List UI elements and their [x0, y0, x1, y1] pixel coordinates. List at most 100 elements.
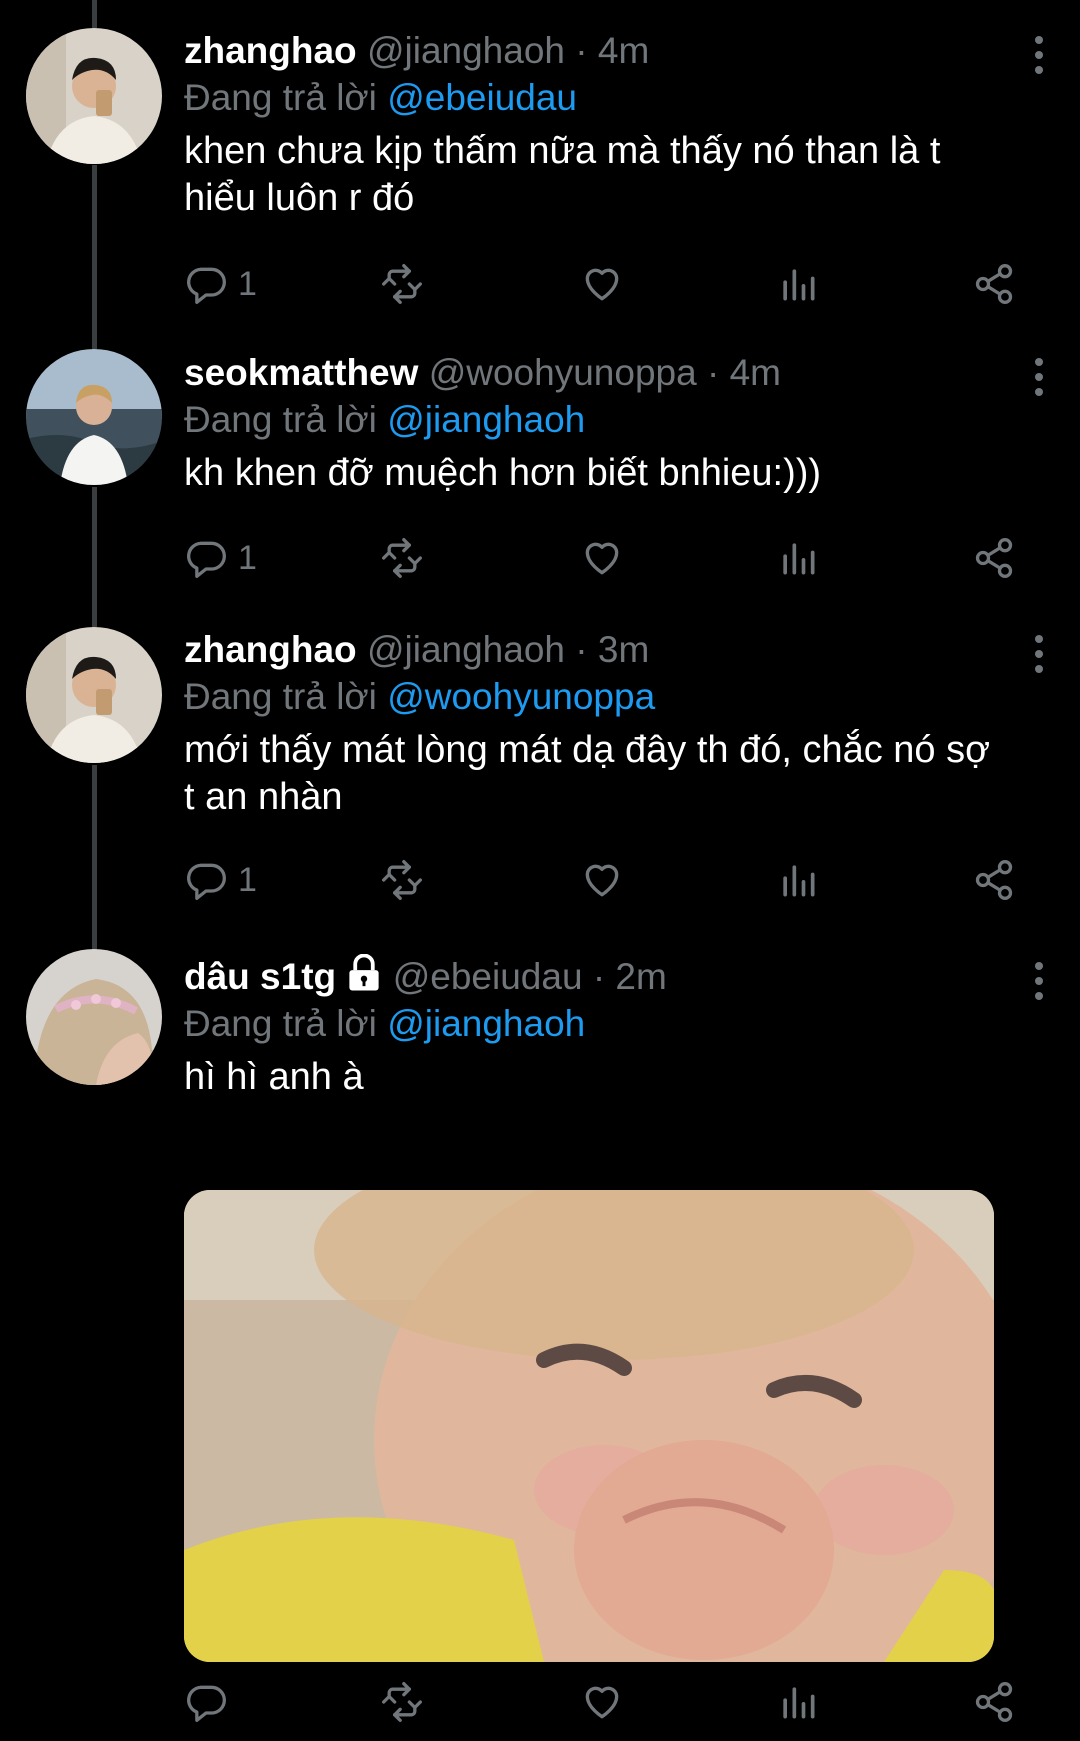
thread-connector: [92, 165, 97, 349]
like-button[interactable]: [580, 1680, 624, 1724]
lock-icon: [349, 954, 380, 991]
share-button[interactable]: [972, 536, 1016, 580]
separator-dot: ·: [575, 629, 588, 670]
share-icon: [972, 1680, 1016, 1724]
views-button[interactable]: [776, 1680, 820, 1724]
tweet-text: kh khen đỡ muệch hơn biết bnhieu:))): [184, 450, 1040, 497]
reply-count: 1: [238, 538, 257, 577]
handle[interactable]: @jianghaoh: [367, 629, 565, 670]
tweet-media-image[interactable]: [184, 1190, 994, 1662]
avatar[interactable]: [26, 949, 162, 1085]
reply-button[interactable]: 1: [184, 262, 257, 306]
separator-dot: ·: [575, 30, 588, 71]
reply-icon: [184, 262, 228, 306]
share-icon: [972, 262, 1016, 306]
reply-mention[interactable]: @woohyunoppa: [387, 676, 655, 717]
reply-mention[interactable]: @jianghaoh: [387, 399, 585, 440]
retweet-icon: [380, 536, 424, 580]
share-button[interactable]: [972, 1680, 1016, 1724]
views-button[interactable]: [776, 262, 820, 306]
reply-button[interactable]: 1: [184, 858, 257, 902]
retweet-icon: [380, 858, 424, 902]
share-icon: [972, 536, 1016, 580]
views-button[interactable]: [776, 858, 820, 902]
reply-context: Đang trả lời @woohyunoppa: [184, 673, 1040, 721]
selfie-man-avatar: [26, 627, 162, 763]
avatar[interactable]: [26, 349, 162, 485]
beach-man-avatar: [26, 349, 162, 485]
selfie-man-avatar: [26, 28, 162, 164]
handle[interactable]: @ebeiudau: [393, 956, 583, 997]
reply-prefix: Đang trả lời: [184, 77, 377, 118]
timestamp[interactable]: 4m: [730, 352, 781, 393]
reply-prefix: Đang trả lời: [184, 399, 377, 440]
reply-context: Đang trả lời @ebeiudau: [184, 74, 1040, 122]
views-icon: [776, 1680, 820, 1724]
share-icon: [972, 858, 1016, 902]
reply-icon: [184, 1680, 228, 1724]
reply-mention[interactable]: @ebeiudau: [387, 77, 577, 118]
hair-clip-avatar: [26, 949, 162, 1085]
tweet-header: zhanghao @jianghaoh · 4m: [184, 28, 1040, 74]
reply-mention[interactable]: @jianghaoh: [387, 1003, 585, 1044]
tweet-header: zhanghao @jianghaoh · 3m: [184, 627, 1040, 673]
more-icon[interactable]: [1034, 358, 1044, 396]
views-icon: [776, 262, 820, 306]
reply-context: Đang trả lời @jianghaoh: [184, 396, 1040, 444]
views-icon: [776, 858, 820, 902]
reply-count: 1: [238, 860, 257, 899]
like-icon: [580, 536, 624, 580]
share-button[interactable]: [972, 858, 1016, 902]
display-name[interactable]: dâu s1tg: [184, 956, 336, 997]
more-icon[interactable]: [1034, 635, 1044, 673]
reply-prefix: Đang trả lời: [184, 676, 377, 717]
reply-button[interactable]: 1: [184, 536, 257, 580]
tweet-text: khen chưa kịp thấm nữa mà thấy nó than l…: [184, 128, 1040, 222]
tweet-header: seokmatthew @woohyunoppa · 4m: [184, 350, 1040, 396]
timestamp[interactable]: 3m: [598, 629, 649, 670]
like-icon: [580, 858, 624, 902]
retweet-button[interactable]: [380, 536, 424, 580]
avatar[interactable]: [26, 28, 162, 164]
like-button[interactable]: [580, 262, 624, 306]
views-icon: [776, 536, 820, 580]
laughing-baby-image: [184, 1190, 994, 1662]
thread-connector: [92, 0, 97, 28]
reply-icon: [184, 858, 228, 902]
views-button[interactable]: [776, 536, 820, 580]
thread-connector: [92, 765, 97, 950]
retweet-button[interactable]: [380, 262, 424, 306]
timestamp[interactable]: 4m: [598, 30, 649, 71]
display-name[interactable]: seokmatthew: [184, 352, 418, 393]
reply-button[interactable]: [184, 1680, 228, 1724]
retweet-icon: [380, 262, 424, 306]
tweet-text-line: mới thấy mát lòng mát dạ đây th đó, chắc…: [184, 729, 991, 771]
reply-count: 1: [238, 264, 257, 303]
action-bar: 1: [184, 536, 1024, 586]
avatar[interactable]: [26, 627, 162, 763]
more-icon[interactable]: [1034, 36, 1044, 74]
reply-icon: [184, 536, 228, 580]
like-button[interactable]: [580, 858, 624, 902]
display-name[interactable]: zhanghao: [184, 30, 357, 71]
tweet-header: dâu s1tg @ebeiudau · 2m: [184, 954, 1040, 1000]
tweet-text-line: hì hì anh à: [184, 1056, 364, 1098]
handle[interactable]: @jianghaoh: [367, 30, 565, 71]
tweet-text-line: t an nhàn: [184, 776, 343, 818]
tweet-text-line: kh khen đỡ muệch hơn biết bnhieu:))): [184, 452, 822, 494]
tweet-text: mới thấy mát lòng mát dạ đây th đó, chắc…: [184, 727, 1040, 821]
action-bar: 1: [184, 858, 1024, 908]
share-button[interactable]: [972, 262, 1016, 306]
retweet-button[interactable]: [380, 1680, 424, 1724]
like-button[interactable]: [580, 536, 624, 580]
thread-connector: [92, 487, 97, 627]
retweet-icon: [380, 1680, 424, 1724]
display-name[interactable]: zhanghao: [184, 629, 357, 670]
action-bar: 1: [184, 262, 1024, 312]
tweet-text-line: hiểu luôn r đó: [184, 177, 415, 219]
retweet-button[interactable]: [380, 858, 424, 902]
reply-context: Đang trả lời @jianghaoh: [184, 1000, 1040, 1048]
timestamp[interactable]: 2m: [615, 956, 666, 997]
more-icon[interactable]: [1034, 962, 1044, 1000]
handle[interactable]: @woohyunoppa: [429, 352, 697, 393]
